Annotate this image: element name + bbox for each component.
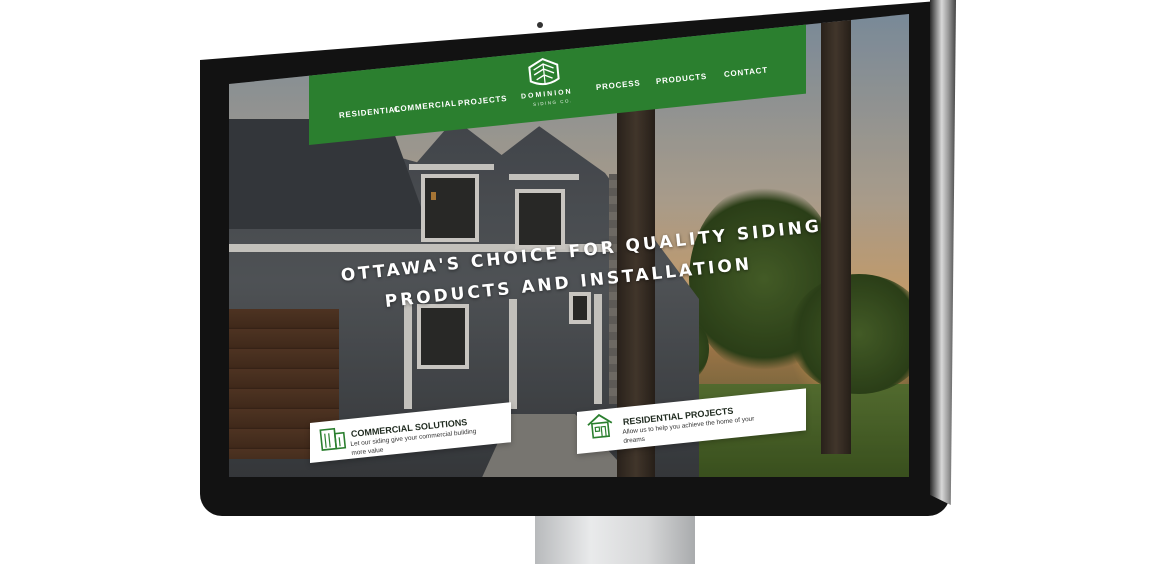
building-icon <box>319 427 347 451</box>
monitor-edge <box>930 0 956 505</box>
house-icon <box>587 413 613 439</box>
camera-icon <box>537 22 543 28</box>
dominion-logo-icon[interactable] <box>525 54 562 91</box>
website-screen: RESIDENTIAL COMMERCIAL PROJECTS DOMINION… <box>229 14 909 477</box>
